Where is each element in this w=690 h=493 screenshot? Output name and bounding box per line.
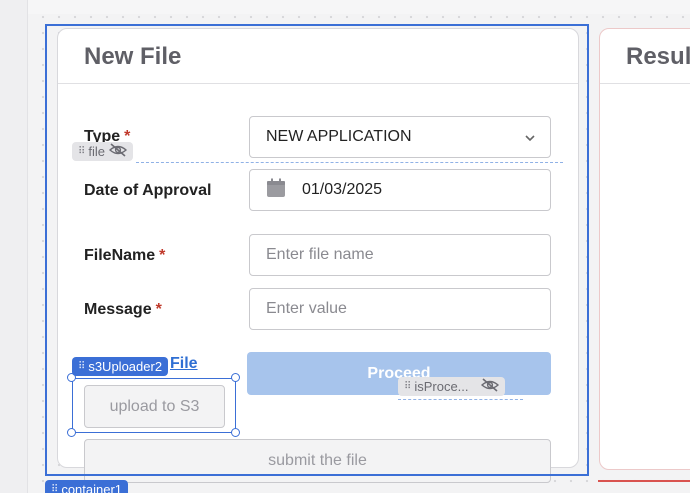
container-tag-label: container1: [61, 482, 123, 493]
container-widget-tag[interactable]: ⠿ container1: [45, 480, 129, 493]
message-label: Message *: [84, 301, 162, 319]
grip-icon: ⠿: [78, 361, 85, 372]
filename-label-text: FileName: [84, 247, 156, 264]
filename-label: FileName *: [84, 247, 165, 265]
calendar-icon: [266, 178, 286, 203]
s3uploader-widget-tag[interactable]: ⠿ s3Uploader2: [72, 357, 169, 376]
filename-placeholder: Enter file name: [266, 246, 374, 263]
result-card-title: Resul: [626, 43, 690, 70]
resize-handle[interactable]: [67, 428, 76, 437]
date-value: 01/03/2025: [302, 181, 383, 198]
result-card[interactable]: Resul: [599, 28, 690, 470]
submit-file-button[interactable]: submit the file: [84, 439, 551, 483]
canvas-gutter: [0, 0, 28, 493]
grip-icon: ⠿: [51, 484, 58, 493]
message-input[interactable]: Enter value: [249, 288, 551, 330]
date-input[interactable]: 01/03/2025: [249, 169, 551, 211]
selection-edge-line: [598, 480, 690, 482]
grip-icon: ⠿: [78, 146, 85, 157]
file-widget-tag[interactable]: ⠿ file: [72, 142, 133, 161]
resize-handle[interactable]: [231, 373, 240, 382]
filename-input[interactable]: Enter file name: [249, 234, 551, 276]
file-link[interactable]: File: [170, 355, 198, 373]
eye-off-icon: [108, 143, 128, 160]
isprocessing-widget-tag[interactable]: ⠿ isProce...: [398, 377, 505, 396]
date-label: Date of Approval: [84, 182, 212, 199]
s3uploader-selection-box: [72, 378, 236, 433]
message-placeholder: Enter value: [266, 300, 347, 317]
type-select[interactable]: NEW APPLICATION: [249, 116, 551, 158]
canvas-top-strip: [28, 0, 690, 14]
eye-off-icon: [480, 378, 499, 395]
file-tag-label: file: [88, 144, 105, 159]
resize-handle[interactable]: [231, 428, 240, 437]
isproc-tag-label: isProce...: [414, 379, 469, 394]
s3-tag-label: s3Uploader2: [88, 359, 163, 374]
grip-icon: ⠿: [404, 381, 411, 392]
required-mark: *: [159, 247, 166, 264]
card-title: New File: [84, 43, 182, 70]
required-mark: *: [155, 301, 162, 318]
card-header: New File: [58, 29, 578, 84]
result-card-header: Resul: [600, 29, 690, 84]
isproc-tag-guide: [398, 399, 523, 400]
message-label-text: Message: [84, 301, 152, 318]
chevron-down-icon: [524, 131, 536, 149]
file-tag-guide: [136, 162, 563, 163]
type-select-value: NEW APPLICATION: [266, 128, 412, 145]
